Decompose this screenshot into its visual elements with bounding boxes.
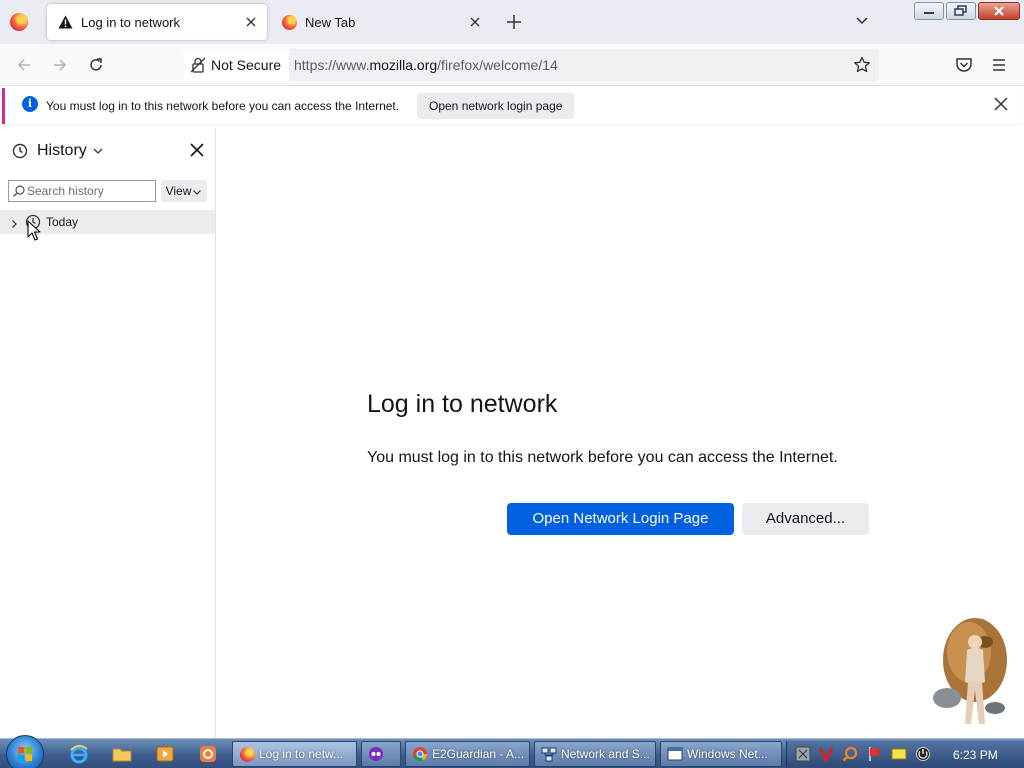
captive-portal-notification: i You must log in to this network before… (2, 88, 1022, 124)
taskbar-item-firefox[interactable]: Log in to netw... (232, 741, 357, 767)
tray-search-icon[interactable] (842, 746, 858, 762)
navigation-toolbar: Not Secure https://www.mozilla.org/firef… (0, 44, 1024, 86)
notification-message: You must log in to this network before y… (46, 99, 400, 113)
chrome-icon (412, 746, 428, 762)
new-tab-button[interactable] (503, 11, 525, 33)
app-launcher-icon[interactable] (197, 743, 219, 765)
chevron-down-icon[interactable] (854, 12, 874, 32)
search-icon (12, 184, 26, 198)
close-tab-icon[interactable] (241, 12, 261, 32)
app-icon (368, 746, 384, 762)
tray-app-icon[interactable] (795, 746, 811, 762)
system-tray: 6:23 PM (786, 741, 1024, 767)
taskbar-item-label: Log in to netw... (259, 747, 344, 761)
sidebar-title: History (37, 142, 87, 159)
taskbar-item-chrome[interactable]: E2Guardian - A... (405, 741, 530, 767)
url-bar[interactable]: Not Secure https://www.mozilla.org/firef… (183, 49, 879, 81)
view-button[interactable]: View (161, 180, 207, 202)
tray-v-icon[interactable] (818, 746, 834, 764)
start-button[interactable] (6, 735, 44, 768)
chevron-down-icon (192, 186, 202, 196)
bookmark-star-icon[interactable] (853, 56, 871, 74)
tab-label: Log in to network (81, 14, 181, 30)
search-history-field[interactable] (8, 180, 156, 202)
mouse-cursor-icon (27, 220, 41, 242)
firefox-menu-icon[interactable] (10, 13, 28, 31)
url-host: mozilla.org (369, 57, 438, 73)
security-indicator[interactable]: Not Secure (183, 49, 290, 81)
forward-button[interactable] (48, 53, 72, 77)
page-description: You must log in to this network before y… (367, 449, 838, 466)
taskbar-item-label: Windows Net... (687, 747, 768, 761)
clock-icon (12, 143, 28, 159)
chevron-down-icon (92, 145, 104, 157)
tab-label: New Tab (305, 14, 356, 30)
insecure-lock-icon (190, 57, 206, 73)
open-network-login-page-button[interactable]: Open Network Login Page (507, 503, 734, 535)
hamburger-menu-icon[interactable] (990, 56, 1008, 74)
network-icon (541, 746, 557, 762)
taskbar-item-app[interactable] (361, 741, 401, 767)
minimize-button[interactable] (914, 2, 944, 20)
tray-power-icon[interactable] (915, 746, 931, 762)
file-explorer-icon[interactable] (111, 743, 133, 765)
taskbar-item-label: E2Guardian - A... (432, 747, 525, 761)
system-clock[interactable]: 6:23 PM (953, 748, 998, 762)
restore-button[interactable] (946, 2, 976, 20)
taskbar-item-network-sharing[interactable]: Network and S... (534, 741, 656, 767)
tab-log-in-to-network[interactable]: Log in to network (47, 4, 267, 40)
firefox-icon (281, 14, 297, 30)
tray-message-icon[interactable] (891, 746, 907, 762)
sidebar-switcher[interactable]: History (12, 140, 104, 162)
media-player-icon[interactable] (154, 743, 176, 765)
close-window-button[interactable] (978, 2, 1020, 20)
url-text[interactable]: https://www.mozilla.org/firefox/welcome/… (294, 57, 558, 73)
info-icon: i (22, 96, 38, 112)
reload-button[interactable] (84, 53, 108, 77)
tab-strip: Log in to network New Tab (0, 0, 1024, 44)
close-sidebar-icon[interactable] (189, 142, 205, 158)
not-secure-label: Not Secure (211, 57, 282, 73)
pocket-icon[interactable] (955, 56, 973, 74)
close-tab-icon[interactable] (465, 12, 485, 32)
windows-taskbar: Log in to netw... E2Guardian - A... Netw… (0, 735, 1024, 768)
search-history-input[interactable] (27, 183, 153, 199)
desktop-mascot-image (925, 612, 1021, 738)
window-controls (914, 2, 1020, 20)
url-path: /firefox/welcome/14 (437, 57, 558, 73)
back-button[interactable] (12, 53, 36, 77)
internet-explorer-icon[interactable] (68, 743, 90, 765)
tab-new-tab[interactable]: New Tab (271, 4, 491, 40)
view-label: View (165, 184, 192, 198)
window-icon (667, 746, 683, 762)
error-page: Log in to network You must log in to thi… (217, 128, 1024, 738)
history-item-label: Today (46, 215, 79, 229)
firefox-icon (239, 746, 255, 762)
taskbar-item-windows-network[interactable]: Windows Net... (660, 741, 782, 767)
warning-icon (57, 14, 73, 30)
chevron-right-icon[interactable] (9, 217, 19, 228)
open-network-login-page-button[interactable]: Open network login page (417, 93, 575, 119)
close-icon[interactable] (994, 97, 1010, 113)
page-title: Log in to network (367, 390, 558, 418)
advanced-button[interactable]: Advanced... (742, 503, 869, 535)
taskbar-item-label: Network and S... (561, 747, 650, 761)
url-prefix: https://www. (294, 57, 370, 73)
tray-flag-icon[interactable] (867, 746, 883, 762)
